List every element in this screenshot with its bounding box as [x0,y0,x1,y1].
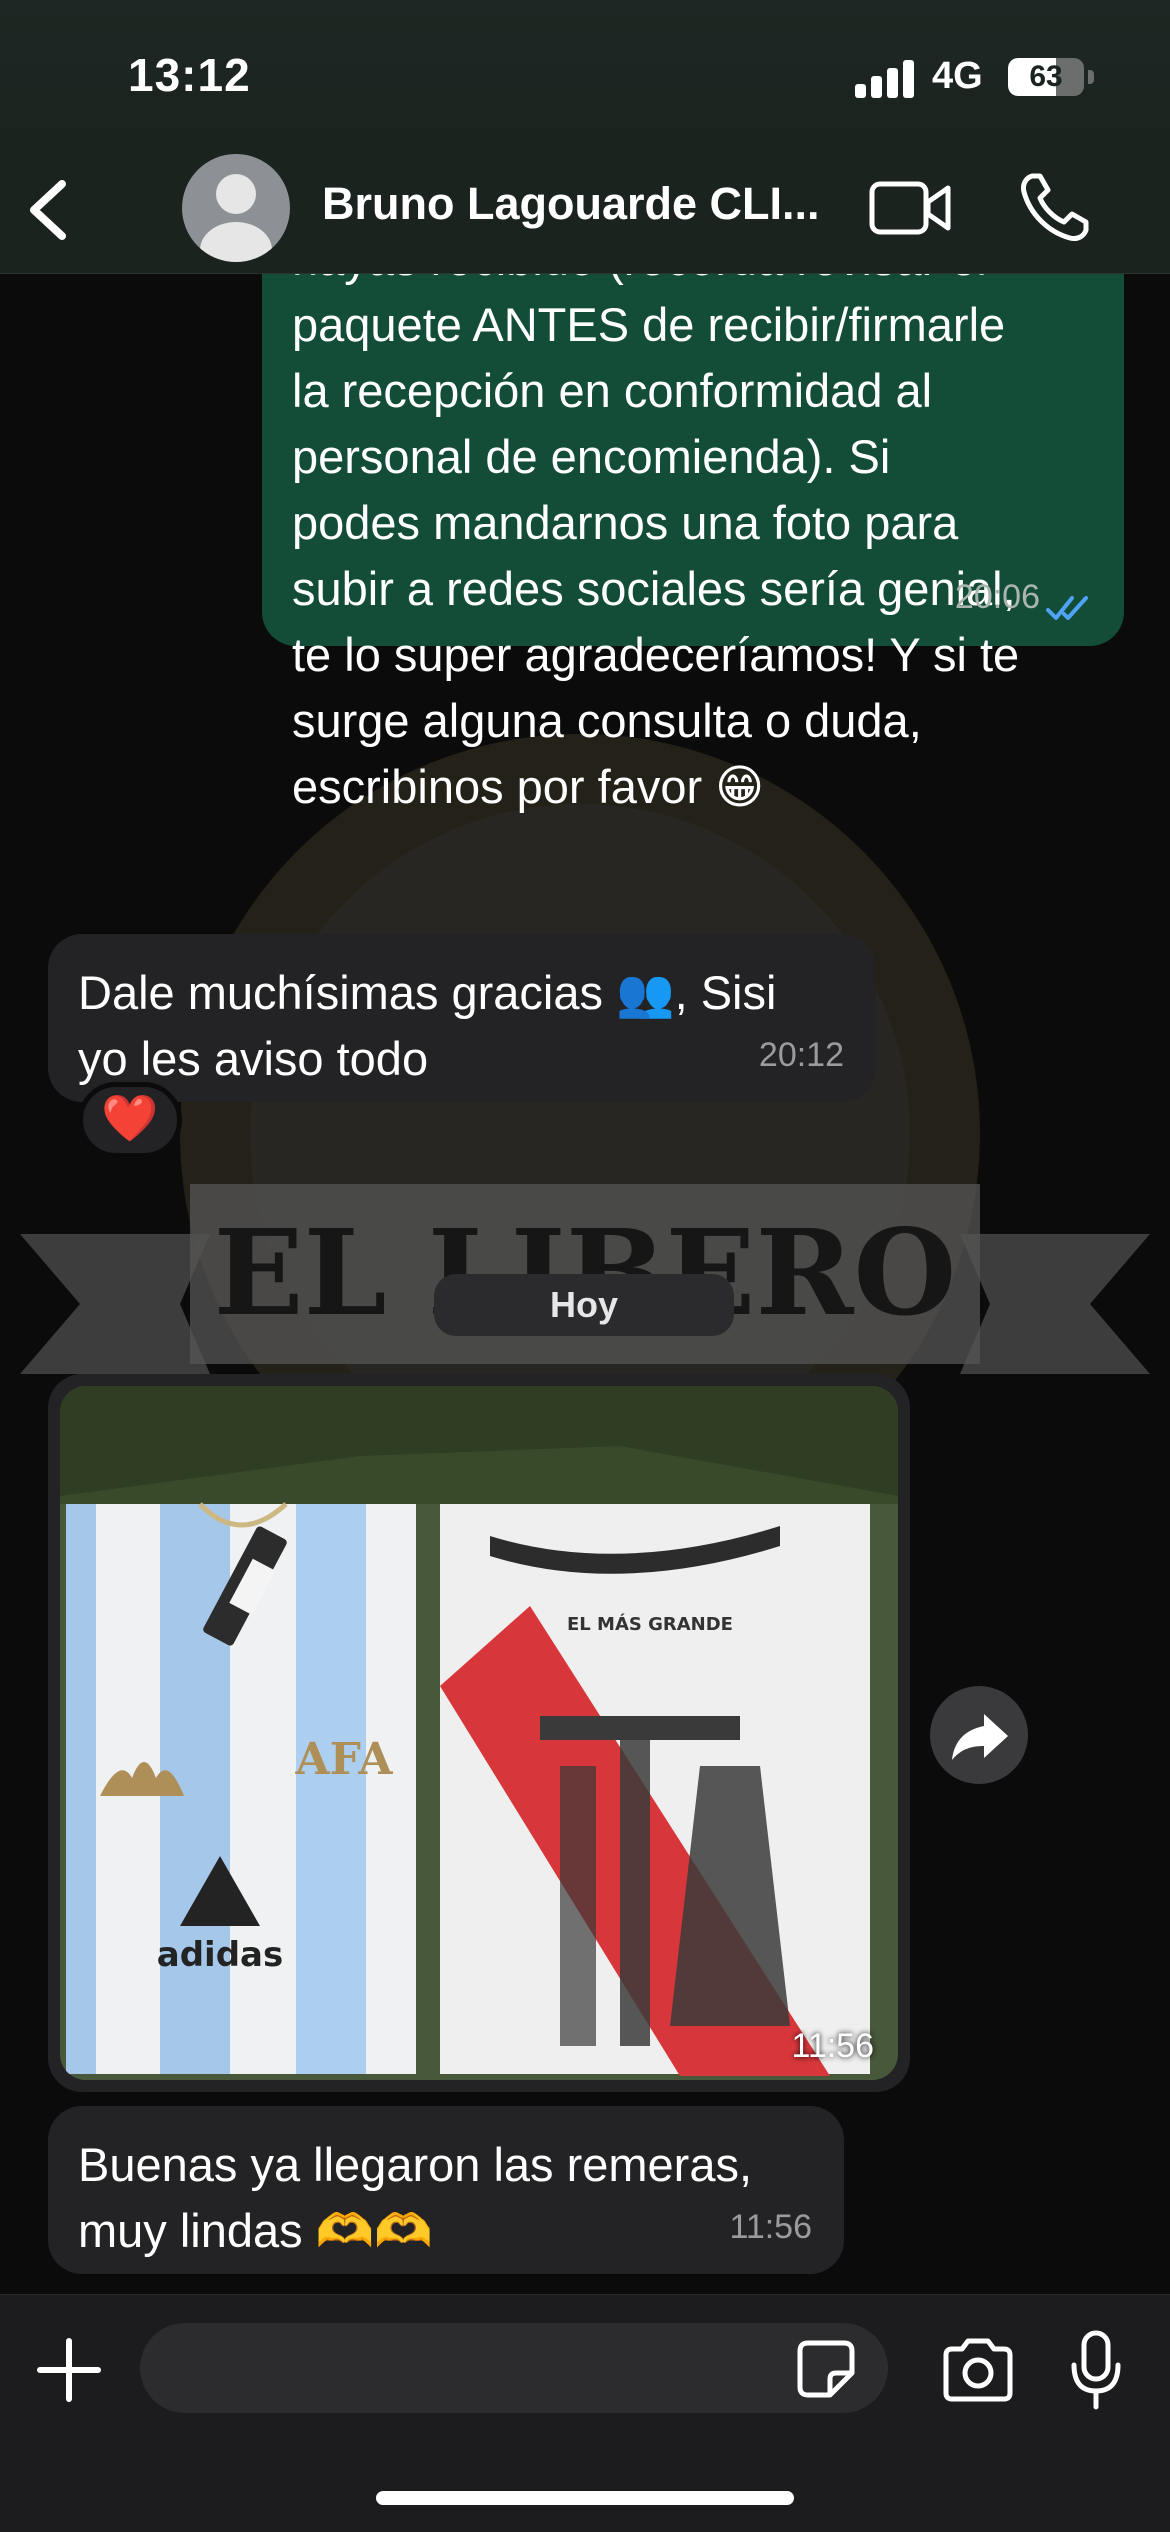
forward-arrow-icon [952,1714,1008,1760]
camera-button[interactable] [938,2335,1018,2405]
sticker-button[interactable] [794,2337,858,2401]
sticker-icon [797,2340,855,2398]
photo-message[interactable]: AFA adidas EL MÁS GRANDE 11:56 [48,1374,910,2092]
home-indicator [376,2491,794,2505]
contact-name[interactable]: Bruno Lagouarde CLI... [322,178,820,230]
message-text: Buenas ya llegaron las remeras, muy lind… [78,2138,753,2257]
reaction-heart-icon[interactable]: ❤️ [78,1082,182,1158]
message-time: 20:06 [954,578,1040,616]
voice-call-button[interactable] [1018,170,1092,244]
read-ticks-icon [1046,596,1088,620]
day-separator: Hoy [434,1274,734,1336]
battery-tip [1088,70,1094,84]
network-label: 4G [932,55,983,97]
video-call-icon [869,181,951,235]
status-time: 13:12 [128,49,251,101]
video-call-button[interactable] [868,178,952,238]
attach-button[interactable] [34,2335,104,2405]
shirts-photo[interactable]: AFA adidas EL MÁS GRANDE 11:56 [60,1386,898,2080]
chat-area[interactable]: EL LIBERO hayas recibido (recorda revisa… [0,274,1170,2294]
status-bar: 13:12 4G 63 [0,0,1170,150]
back-chevron-icon [30,180,66,240]
plus-icon [37,2338,101,2402]
chat-header: Bruno Lagouarde CLI... [0,150,1170,274]
battery-icon: 63 [1008,58,1084,96]
camera-icon [943,2338,1013,2402]
message-time: 20:12 [758,1036,844,1074]
battery-label: 63 [1029,60,1063,93]
message-time: 11:56 [729,2208,812,2246]
shirts-photo-illustration: AFA adidas EL MÁS GRANDE [60,1386,898,2080]
phone-icon [1021,173,1089,241]
message-input[interactable] [140,2323,888,2413]
default-avatar-icon [200,174,272,262]
incoming-message[interactable]: Buenas ya llegaron las remeras, muy lind… [48,2106,844,2274]
signal-strength-icon [855,58,915,98]
microphone-icon [1071,2330,1121,2410]
outgoing-message[interactable]: hayas recibido (recorda revisar el paque… [262,274,1124,813]
message-time: 11:56 [791,2027,874,2065]
avatar[interactable] [182,154,290,262]
incoming-message[interactable]: Dale muchísimas gracias 👥, Sisi yo les a… [48,934,876,1102]
forward-button[interactable] [930,1686,1028,1784]
message-text: hayas recibido (recorda revisar el paque… [292,274,1020,813]
microphone-button[interactable] [1068,2329,1124,2413]
message-text: Dale muchísimas gracias 👥, Sisi yo les a… [78,966,777,1085]
message-composer [0,2294,1170,2532]
back-button[interactable] [18,170,88,250]
